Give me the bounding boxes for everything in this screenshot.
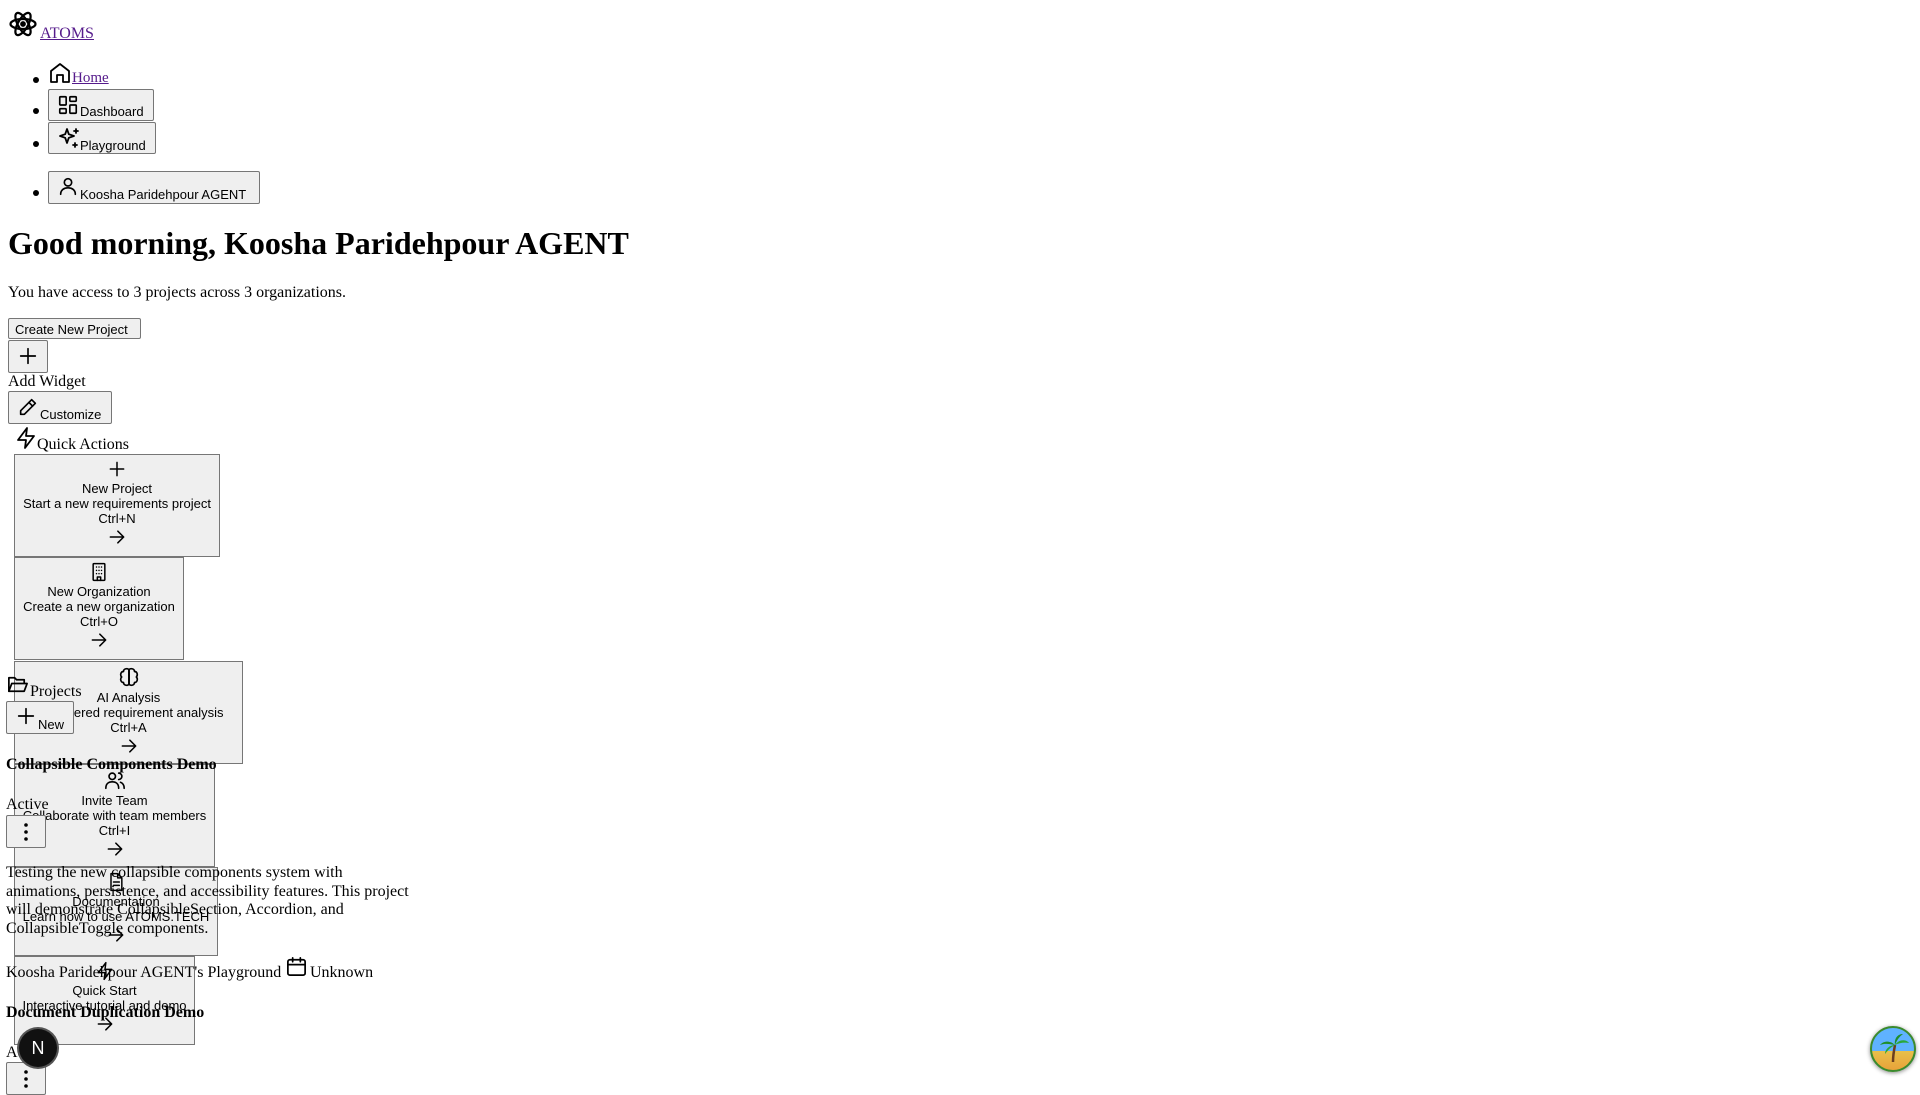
project-menu-button[interactable] — [6, 1062, 46, 1095]
page-title: Good morning, Koosha Paridehpour AGENT — [8, 225, 629, 261]
assistant-badge-button[interactable] — [1870, 1026, 1916, 1072]
user-menu-button[interactable]: Koosha Paridehpour AGENT — [48, 171, 260, 204]
arrow-right-icon — [109, 530, 125, 544]
nav-bullet — [33, 77, 39, 83]
customize-label: Customize — [40, 407, 102, 422]
plus-icon — [19, 347, 37, 365]
quick-action-new-organization[interactable]: New Organization Create a new organizati… — [14, 557, 184, 660]
brain-icon — [119, 667, 138, 687]
floating-avatar-button[interactable]: N — [19, 1029, 57, 1067]
customize-button[interactable]: Customize — [8, 391, 112, 424]
add-widget-button[interactable] — [8, 340, 48, 373]
project-description: Testing the new collapsible components s… — [6, 864, 409, 937]
more-vertical-icon — [24, 823, 28, 841]
quick-action-new-project[interactable]: New Project Start a new requirements pro… — [14, 454, 220, 557]
projects-title: Projects — [30, 683, 82, 700]
nav-playground-label: Playground — [80, 138, 146, 153]
dashboard-icon — [58, 95, 78, 115]
brand-link[interactable]: ATOMS — [40, 25, 94, 43]
create-project-label: Create New Project — [15, 322, 128, 337]
add-widget-label: Add Widget — [8, 373, 86, 390]
zap-icon — [17, 427, 35, 449]
project-name: Collapsible Components Demo — [6, 756, 217, 773]
quick-actions-title: Quick Actions — [37, 436, 129, 453]
palm-island-icon — [1880, 1034, 1909, 1063]
new-project-label: New — [38, 717, 65, 732]
project-date: Unknown — [310, 964, 374, 981]
page-subtitle: You have access to 3 projects across 3 o… — [8, 284, 346, 301]
nav-home-link[interactable]: Home — [72, 70, 109, 87]
quick-action-shortcut: Ctrl+N — [98, 511, 136, 526]
nav-bullet — [33, 108, 39, 114]
plus-icon — [17, 707, 35, 725]
folder-open-icon — [8, 676, 28, 693]
quick-action-title: Quick Start — [72, 983, 137, 998]
quick-action-desc: Create a new organization — [23, 599, 175, 614]
arrow-right-icon — [91, 633, 107, 647]
nav-dashboard-label: Dashboard — [80, 104, 144, 119]
more-vertical-icon — [24, 1070, 28, 1088]
create-project-button[interactable]: Create New Project — [8, 318, 141, 339]
sparkles-icon — [59, 128, 79, 148]
nav-playground-button[interactable]: Playground — [48, 122, 156, 154]
quick-action-title: New Organization — [47, 584, 151, 599]
project-name: Document Duplication Demo — [6, 1004, 205, 1021]
quick-action-title: New Project — [81, 481, 153, 496]
quick-action-desc: Start a new requirements project — [23, 496, 211, 511]
project-status: Active — [6, 796, 49, 813]
nav-bullet — [33, 190, 39, 196]
project-menu-button[interactable] — [6, 815, 46, 848]
user-icon — [59, 177, 77, 196]
atom-icon — [9, 11, 37, 37]
plus-icon — [109, 461, 125, 477]
quick-action-shortcut: Ctrl+O — [80, 614, 118, 629]
building-icon — [92, 562, 106, 582]
nav-dashboard-button[interactable]: Dashboard — [48, 89, 154, 121]
new-project-button[interactable]: New — [6, 701, 74, 734]
pencil-icon — [19, 398, 37, 416]
avatar-letter: N — [31, 1038, 45, 1058]
project-org: Koosha Paridehpour AGENT's Playground — [6, 964, 282, 981]
calendar-icon — [287, 957, 306, 976]
arrow-right-icon — [107, 842, 122, 856]
home-icon — [50, 63, 70, 83]
user-name-label: Koosha Paridehpour AGENT — [80, 187, 247, 202]
nav-bullet — [33, 141, 39, 147]
arrow-right-icon — [121, 739, 136, 753]
